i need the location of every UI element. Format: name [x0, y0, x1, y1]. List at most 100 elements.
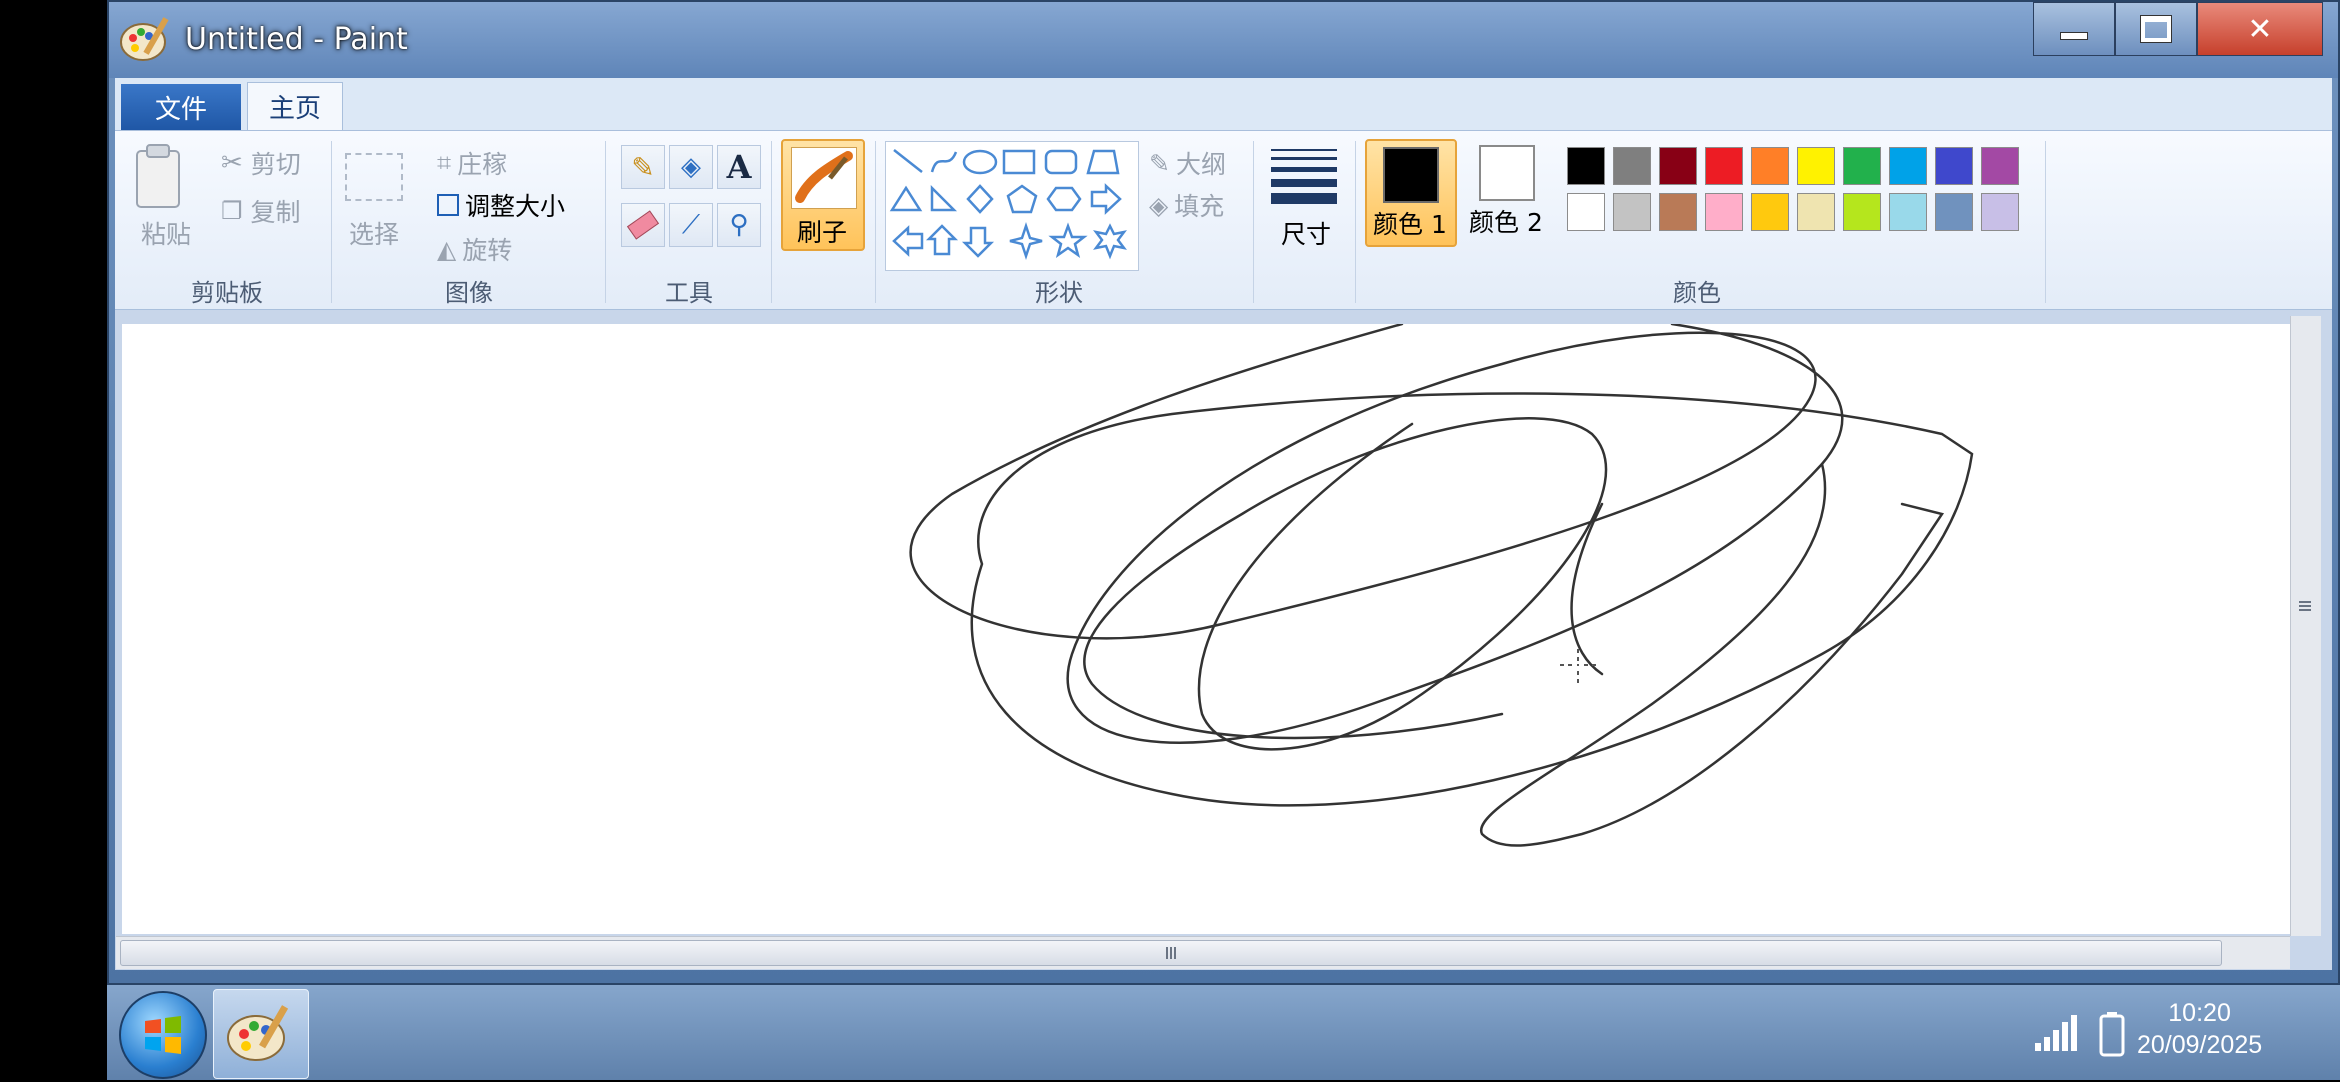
palette-color-swatch[interactable] [1889, 193, 1927, 231]
palette-color-swatch[interactable] [1613, 193, 1651, 231]
palette-color-swatch[interactable] [1659, 193, 1697, 231]
magnifier-icon: ⚲ [729, 210, 749, 240]
tools-group-label: 工具 [665, 279, 713, 307]
palette-color-swatch[interactable] [1705, 147, 1743, 185]
palette-color-swatch[interactable] [1751, 193, 1789, 231]
copy-button[interactable]: ❐ 复制 [221, 193, 301, 229]
brushes-button[interactable]: 刷子 [781, 139, 865, 251]
text-icon: A [726, 148, 752, 186]
tab-home[interactable]: 主页 [247, 82, 343, 130]
eyedropper-icon: ⟋ [681, 209, 701, 240]
ribbon-separator [331, 141, 332, 303]
image-group-label: 图像 [445, 279, 493, 307]
brush-icon [791, 147, 857, 209]
palette-color-swatch[interactable] [1981, 193, 2019, 231]
color2-button[interactable]: 颜色 2 [1465, 139, 1557, 247]
system-clock[interactable]: 10:20 20/09/2025 [2137, 997, 2262, 1061]
color1-button[interactable]: 颜色 1 [1365, 139, 1457, 247]
tab-file[interactable]: 文件 [121, 84, 241, 130]
palette-color-swatch[interactable] [1613, 147, 1651, 185]
taskbar: 10:20 20/09/2025 [107, 985, 2340, 1080]
start-button[interactable] [119, 991, 207, 1079]
close-button[interactable]: ✕ [2197, 2, 2323, 56]
maximize-button[interactable] [2115, 2, 2197, 56]
size-button[interactable] [1269, 147, 1339, 223]
ribbon-separator [1253, 141, 1254, 303]
palette-color-swatch[interactable] [1567, 193, 1605, 231]
fill-button[interactable]: ◈ 填充 [1149, 187, 1224, 223]
palette-color-swatch[interactable] [1797, 147, 1835, 185]
fill-tool[interactable]: ◈ [669, 145, 713, 189]
battery-icon[interactable] [2099, 1011, 2125, 1057]
rotate-button[interactable]: ◭ 旋转 [437, 231, 512, 267]
outline-label: 大纲 [1175, 150, 1226, 179]
clock-time: 10:20 [2168, 999, 2231, 1027]
eraser-tool[interactable] [621, 203, 665, 247]
crop-button[interactable]: ⌗ 庄稼 [437, 145, 507, 181]
color-picker-tool[interactable]: ⟋ [669, 203, 713, 247]
cut-button[interactable]: ✂ 剪切 [221, 145, 301, 181]
palette-color-swatch[interactable] [1981, 147, 2019, 185]
brushes-label: 刷子 [797, 218, 848, 247]
paint-app-icon[interactable] [119, 12, 175, 68]
magnifier-tool[interactable]: ⚲ [717, 203, 761, 247]
outline-icon: ✎ [1149, 148, 1170, 178]
vertical-scrollbar[interactable] [2290, 316, 2321, 936]
palette-color-swatch[interactable] [1843, 147, 1881, 185]
minimize-icon [2060, 32, 2088, 40]
palette-color-swatch[interactable] [1567, 147, 1605, 185]
eraser-icon [626, 210, 660, 240]
select-button[interactable]: 选择 [349, 215, 399, 251]
ribbon-separator [605, 141, 606, 303]
resize-button[interactable]: 调整大小 [437, 187, 565, 223]
ribbon-separator [875, 141, 876, 303]
palette-color-swatch[interactable] [1843, 193, 1881, 231]
freehand-strokes [909, 322, 1974, 847]
palette-color-swatch[interactable] [1705, 193, 1743, 231]
palette-color-swatch[interactable] [1935, 147, 1973, 185]
select-icon[interactable] [345, 153, 403, 201]
crop-label: 庄稼 [457, 150, 508, 179]
pencil-icon: ✎ [631, 150, 655, 184]
palette-color-swatch[interactable] [1659, 147, 1697, 185]
paste-icon[interactable] [133, 143, 183, 209]
fill-icon: ◈ [1149, 190, 1169, 220]
palette-color-swatch[interactable] [1797, 193, 1835, 231]
size-label: 尺寸 [1281, 220, 1332, 249]
ribbon-separator [2045, 141, 2046, 303]
color-palette [1567, 147, 2037, 239]
palette-color-swatch[interactable] [1889, 147, 1927, 185]
taskbar-paint[interactable] [213, 989, 309, 1079]
maximize-icon [2140, 15, 2172, 43]
horizontal-scroll-thumb[interactable] [120, 940, 2222, 966]
crop-icon: ⌗ [437, 148, 452, 177]
clipboard-group-label: 剪贴板 [191, 279, 263, 307]
ribbon: 粘贴 ✂ 剪切 ❐ 复制 剪贴板 选择 ⌗ 庄稼 调整大小 ◭ 旋转 图像 ✎ … [115, 130, 2332, 310]
palette-color-swatch[interactable] [1935, 193, 1973, 231]
palette-color-swatch[interactable] [1751, 147, 1789, 185]
ribbon-separator [1355, 141, 1356, 303]
clock-date: 20/09/2025 [2137, 1031, 2263, 1059]
paste-button[interactable]: 粘贴 [141, 215, 191, 251]
scroll-grip-icon [2297, 598, 2313, 614]
ribbon-tabs: 文件 主页 [115, 78, 2332, 130]
line-width-icon [1271, 149, 1337, 204]
shapes-gallery[interactable] [885, 141, 1139, 271]
cut-label: 剪切 [250, 150, 301, 179]
drawing-canvas[interactable] [122, 322, 2290, 934]
copy-label: 复制 [250, 198, 301, 227]
outline-button[interactable]: ✎ 大纲 [1149, 145, 1226, 181]
color2-swatch [1479, 145, 1535, 201]
title-bar[interactable]: Untitled - Paint ✕ [109, 2, 2338, 78]
minimize-button[interactable] [2033, 2, 2115, 56]
signal-icon[interactable] [2033, 1013, 2081, 1053]
pencil-tool[interactable]: ✎ [621, 145, 665, 189]
fill-label: 填充 [1174, 192, 1225, 221]
text-tool[interactable]: A [717, 145, 761, 189]
windows-logo-icon [145, 1016, 181, 1054]
close-icon: ✕ [2247, 11, 2273, 47]
scissors-icon: ✂ [221, 148, 243, 178]
scroll-grip-icon [1163, 945, 1179, 961]
rotate-icon: ◭ [437, 234, 457, 264]
colors-group-label: 颜色 [1673, 279, 1721, 307]
